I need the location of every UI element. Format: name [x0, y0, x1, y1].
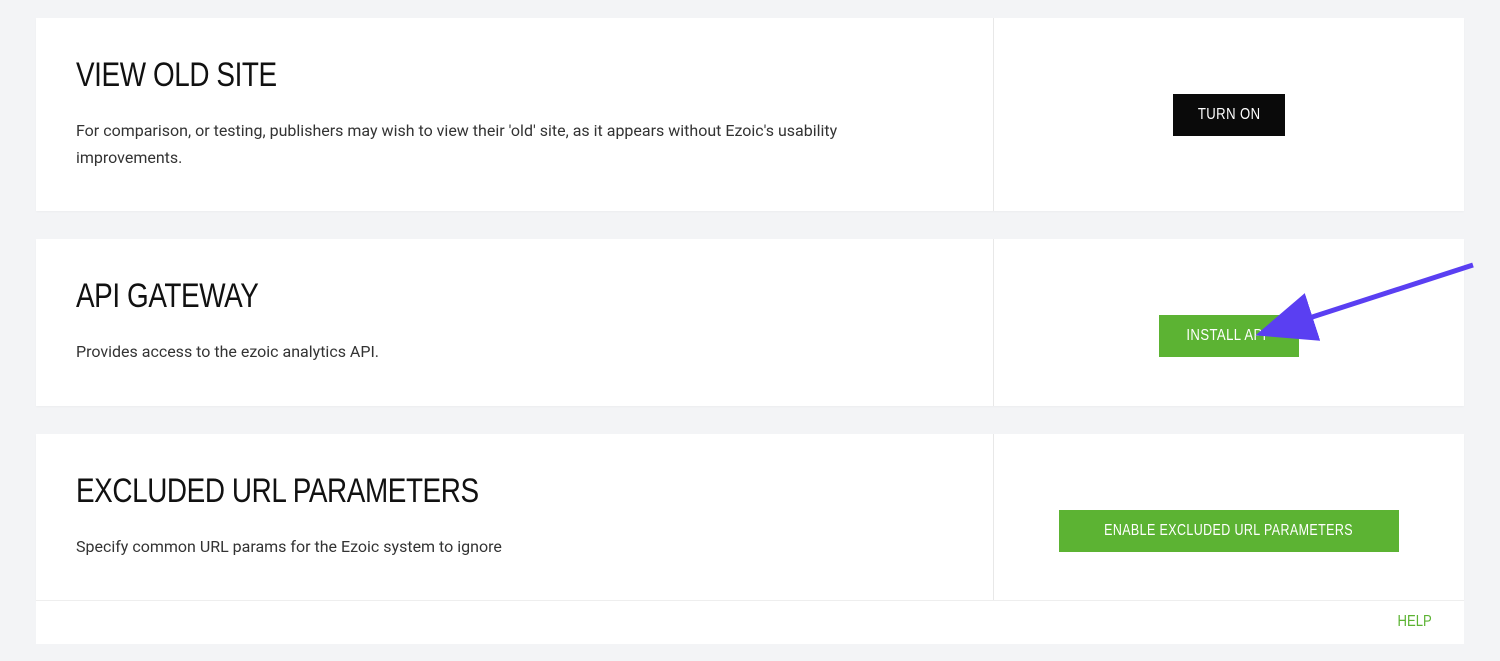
card-action-area: ENABLE EXCLUDED URL PARAMETERS [994, 434, 1464, 600]
card-content: EXCLUDED URL PARAMETERS Specify common U… [36, 434, 994, 600]
button-label: INSTALL APP [1186, 327, 1271, 345]
install-app-button[interactable]: INSTALL APP [1159, 315, 1299, 357]
card-description: Provides access to the ezoic analytics A… [76, 338, 946, 365]
card-description: For comparison, or testing, publishers m… [76, 117, 946, 171]
settings-card-api-gateway: API GATEWAY Provides access to the ezoic… [36, 239, 1464, 405]
button-label: ENABLE EXCLUDED URL PARAMETERS [1105, 522, 1354, 540]
card-action-area: INSTALL APP [994, 239, 1464, 405]
card-content: VIEW OLD SITE For comparison, or testing… [36, 18, 994, 211]
settings-card-view-old-site: VIEW OLD SITE For comparison, or testing… [36, 18, 1464, 211]
card-title: API GATEWAY [76, 277, 795, 316]
card-content: API GATEWAY Provides access to the ezoic… [36, 239, 994, 405]
turn-on-button[interactable]: TURN ON [1173, 94, 1285, 136]
card-description: Specify common URL params for the Ezoic … [76, 533, 946, 560]
button-label: TURN ON [1198, 106, 1261, 124]
card-title: VIEW OLD SITE [76, 56, 795, 95]
card-action-area: TURN ON [994, 18, 1464, 211]
help-link[interactable]: HELP [1398, 613, 1432, 631]
card-title: EXCLUDED URL PARAMETERS [76, 472, 795, 511]
settings-card-excluded-url-parameters: EXCLUDED URL PARAMETERS Specify common U… [36, 434, 1464, 600]
enable-excluded-url-parameters-button[interactable]: ENABLE EXCLUDED URL PARAMETERS [1059, 510, 1398, 552]
footer-bar: HELP [36, 600, 1464, 644]
